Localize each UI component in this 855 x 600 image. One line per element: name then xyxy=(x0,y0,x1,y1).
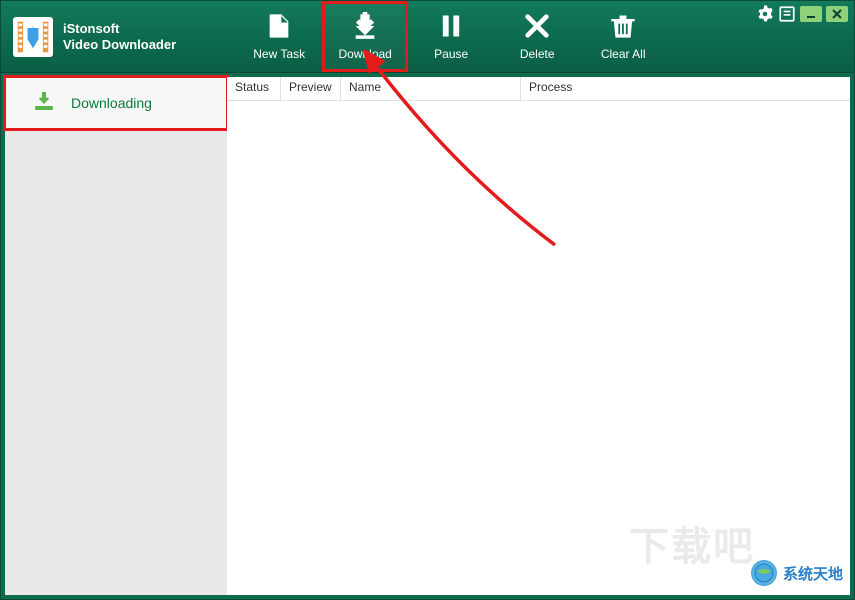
new-task-button[interactable]: New Task xyxy=(236,1,322,72)
download-button[interactable]: Download xyxy=(322,1,408,72)
watermark: 系统天地 xyxy=(751,560,843,586)
settings-icon[interactable] xyxy=(756,5,774,23)
new-task-label: New Task xyxy=(253,47,305,61)
pause-icon xyxy=(437,12,465,43)
close-button[interactable] xyxy=(826,6,848,22)
pause-label: Pause xyxy=(434,47,468,61)
column-name[interactable]: Name xyxy=(341,77,521,100)
sidebar-item-downloading[interactable]: Downloading xyxy=(5,77,227,129)
file-icon xyxy=(265,12,293,43)
app-title-line2: Video Downloader xyxy=(63,37,176,53)
sidebar-downloading-label: Downloading xyxy=(71,95,152,111)
watermark-faded: 下载吧 xyxy=(629,514,755,572)
app-window: iStonsoft Video Downloader New Task Down… xyxy=(0,0,855,600)
toolbar: New Task Download Pause Delete xyxy=(236,1,666,72)
column-process[interactable]: Process xyxy=(521,77,850,100)
table-header: Status Preview Name Process xyxy=(227,77,850,101)
download-label: Download xyxy=(338,47,391,61)
header: iStonsoft Video Downloader New Task Down… xyxy=(1,1,854,73)
watermark-text: 系统天地 xyxy=(783,563,843,584)
clear-all-button[interactable]: Clear All xyxy=(580,1,666,72)
main-panel: Status Preview Name Process xyxy=(227,77,850,595)
downloading-icon xyxy=(33,90,55,115)
column-status[interactable]: Status xyxy=(227,77,281,100)
app-title-line1: iStonsoft xyxy=(63,21,176,37)
delete-button[interactable]: Delete xyxy=(494,1,580,72)
trash-icon xyxy=(609,12,637,43)
download-icon xyxy=(351,12,379,43)
app-logo-block: iStonsoft Video Downloader xyxy=(13,17,176,57)
delete-label: Delete xyxy=(520,47,555,61)
delete-icon xyxy=(523,12,551,43)
globe-icon xyxy=(751,560,777,586)
app-title: iStonsoft Video Downloader xyxy=(63,21,176,53)
minimize-button[interactable] xyxy=(800,6,822,22)
sidebar: Downloading xyxy=(5,77,227,595)
pause-button[interactable]: Pause xyxy=(408,1,494,72)
about-icon[interactable] xyxy=(778,5,796,23)
clear-all-label: Clear All xyxy=(601,47,646,61)
titlebar-controls xyxy=(756,5,848,23)
app-logo-icon xyxy=(13,17,53,57)
column-preview[interactable]: Preview xyxy=(281,77,341,100)
